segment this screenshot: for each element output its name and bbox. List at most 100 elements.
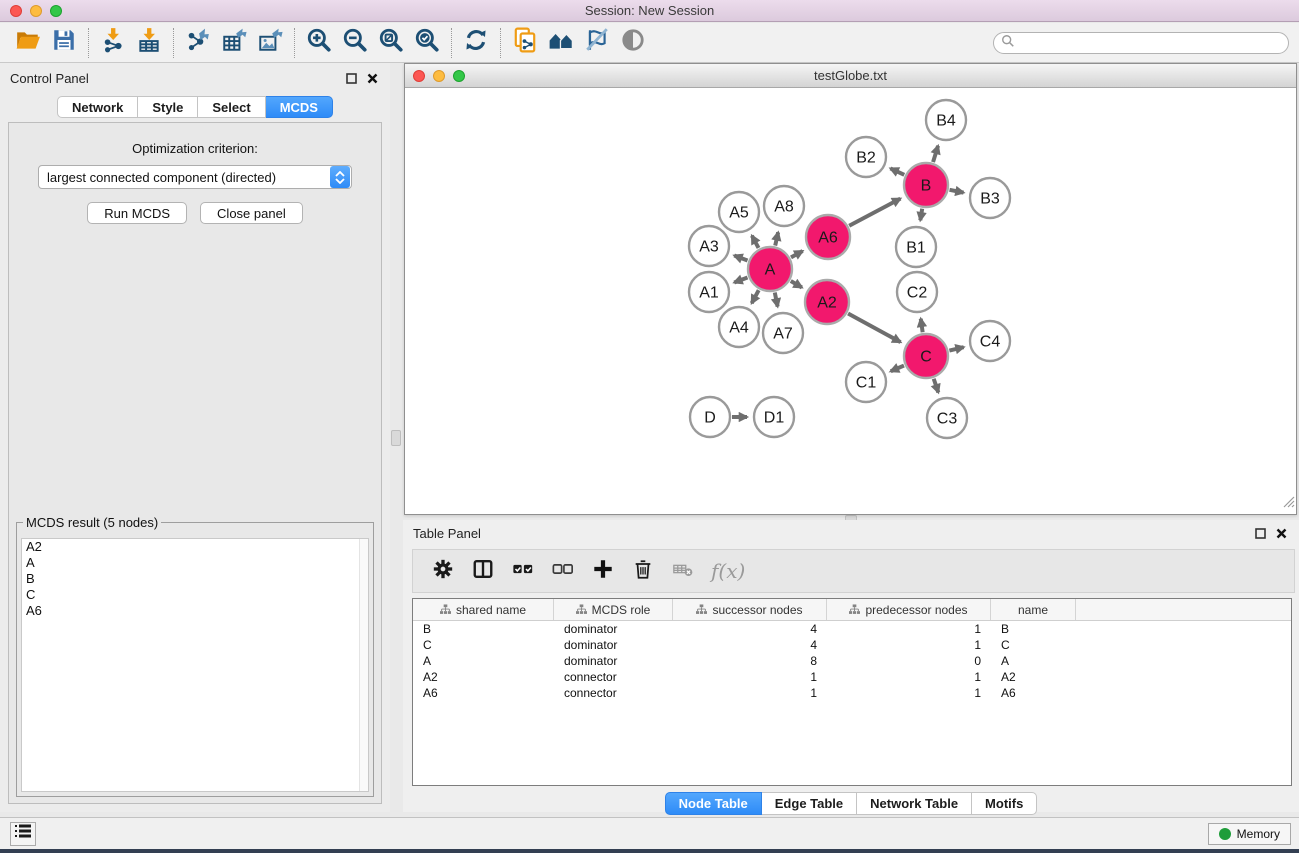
edge-A-A1[interactable] xyxy=(734,277,747,282)
table-cell[interactable]: 1 xyxy=(827,670,991,684)
edge-C-C3[interactable] xyxy=(934,379,939,393)
edge-A-A7[interactable] xyxy=(775,293,778,307)
node-A5[interactable]: A5 xyxy=(719,192,759,232)
zoom-window-button[interactable] xyxy=(50,5,62,17)
node-B2[interactable]: B2 xyxy=(846,137,886,177)
table-cell[interactable]: C xyxy=(413,638,554,652)
copy-network-button[interactable] xyxy=(507,27,543,59)
zoom-selected-button[interactable] xyxy=(409,27,445,59)
table-cell[interactable]: B xyxy=(991,622,1076,636)
table-cell[interactable]: A xyxy=(413,654,554,668)
table-cell[interactable]: dominator xyxy=(554,638,673,652)
table-settings-button[interactable] xyxy=(423,554,463,588)
table-cell[interactable]: dominator xyxy=(554,622,673,636)
tab-node-table[interactable]: Node Table xyxy=(665,792,762,815)
import-table-button[interactable] xyxy=(131,27,167,59)
node-A4[interactable]: A4 xyxy=(719,307,759,347)
zoom-in-button[interactable] xyxy=(301,27,337,59)
table-cell[interactable]: connector xyxy=(554,670,673,684)
table-float-button[interactable] xyxy=(1252,525,1268,541)
mcds-result-list[interactable]: A2ABCA6 xyxy=(21,538,369,792)
table-cell[interactable]: 4 xyxy=(673,638,827,652)
table-cell[interactable]: 1 xyxy=(827,622,991,636)
zoom-fit-button[interactable] xyxy=(373,27,409,59)
tab-edge-table[interactable]: Edge Table xyxy=(762,792,857,815)
edge-A-A6[interactable] xyxy=(791,251,803,257)
table-cell[interactable]: A2 xyxy=(413,670,554,684)
export-network-button[interactable] xyxy=(180,27,216,59)
node-A3[interactable]: A3 xyxy=(689,226,729,266)
mcds-result-item[interactable]: C xyxy=(22,587,368,603)
table-cell[interactable]: 4 xyxy=(673,622,827,636)
node-C[interactable]: C xyxy=(904,334,948,378)
edge-A6-B[interactable] xyxy=(849,199,900,226)
tab-style[interactable]: Style xyxy=(138,96,198,118)
delete-table-button[interactable] xyxy=(663,554,703,588)
column-header-successor-nodes[interactable]: successor nodes xyxy=(673,599,827,620)
column-header-MCDS-role[interactable]: MCDS role xyxy=(554,599,673,620)
edge-B-B3[interactable] xyxy=(950,190,964,193)
edge-A-A3[interactable] xyxy=(734,256,747,261)
task-history-button[interactable] xyxy=(10,822,36,846)
home-button[interactable] xyxy=(543,27,579,59)
table-cell[interactable]: 0 xyxy=(827,654,991,668)
select-all-rows-button[interactable] xyxy=(503,554,543,588)
function-builder-button[interactable]: f(x) xyxy=(711,559,745,583)
tab-mcds[interactable]: MCDS xyxy=(266,96,333,118)
hide-graphics-button[interactable] xyxy=(579,27,615,59)
edge-C-C1[interactable] xyxy=(891,366,904,372)
table-close-button[interactable] xyxy=(1273,525,1289,541)
node-B[interactable]: B xyxy=(904,163,948,207)
close-window-button[interactable] xyxy=(10,5,22,17)
show-details-button[interactable] xyxy=(615,27,651,59)
edge-C-C4[interactable] xyxy=(949,347,963,350)
table-row[interactable]: Cdominator41C xyxy=(413,637,1291,653)
column-header-predecessor-nodes[interactable]: predecessor nodes xyxy=(827,599,991,620)
run-mcds-button[interactable]: Run MCDS xyxy=(87,202,187,224)
table-cell[interactable]: connector xyxy=(554,686,673,700)
node-A1[interactable]: A1 xyxy=(689,272,729,312)
apply-layout-button[interactable] xyxy=(458,27,494,59)
table-cell[interactable]: A2 xyxy=(991,670,1076,684)
table-cell[interactable]: 1 xyxy=(673,670,827,684)
node-C2[interactable]: C2 xyxy=(897,272,937,312)
node-D1[interactable]: D1 xyxy=(754,397,794,437)
node-B4[interactable]: B4 xyxy=(926,100,966,140)
optimization-criterion-select[interactable]: largest connected component (directed) xyxy=(38,165,352,189)
node-C1[interactable]: C1 xyxy=(846,362,886,402)
table-cell[interactable]: 1 xyxy=(827,638,991,652)
tab-network-table[interactable]: Network Table xyxy=(857,792,972,815)
mcds-list-scrollbar[interactable] xyxy=(359,539,368,791)
table-cell[interactable]: 1 xyxy=(827,686,991,700)
node-A6[interactable]: A6 xyxy=(806,215,850,259)
edge-A-A4[interactable] xyxy=(752,290,759,303)
table-cell[interactable]: A6 xyxy=(413,686,554,700)
table-row[interactable]: A2connector11A2 xyxy=(413,669,1291,685)
edge-B-B4[interactable] xyxy=(933,146,938,162)
table-cell[interactable]: 8 xyxy=(673,654,827,668)
network-close-button[interactable] xyxy=(413,70,425,82)
show-columns-button[interactable] xyxy=(463,554,503,588)
vertical-splitter-handle[interactable] xyxy=(391,430,401,446)
network-window-titlebar[interactable]: testGlobe.txt xyxy=(405,64,1296,88)
table-row[interactable]: Bdominator41B xyxy=(413,621,1291,637)
column-header-shared-name[interactable]: shared name xyxy=(413,599,554,620)
resize-grip-icon[interactable] xyxy=(1282,495,1295,513)
close-panel-button[interactable] xyxy=(364,70,380,86)
edge-B-B2[interactable] xyxy=(890,168,904,174)
mcds-result-item[interactable]: A xyxy=(22,555,368,571)
search-box[interactable] xyxy=(993,32,1289,54)
table-cell[interactable]: 1 xyxy=(673,686,827,700)
mcds-result-item[interactable]: A2 xyxy=(22,539,368,555)
node-B3[interactable]: B3 xyxy=(970,178,1010,218)
delete-column-button[interactable] xyxy=(623,554,663,588)
float-panel-button[interactable] xyxy=(343,70,359,86)
node-A8[interactable]: A8 xyxy=(764,186,804,226)
edge-A-A8[interactable] xyxy=(775,232,778,245)
tab-select[interactable]: Select xyxy=(198,96,265,118)
network-canvas[interactable]: AA1A2A3A4A5A6A7A8BB1B2B3B4CC1C2C3C4DD1 xyxy=(405,88,1296,514)
search-input[interactable] xyxy=(1015,34,1288,52)
mcds-result-item[interactable]: B xyxy=(22,571,368,587)
export-image-button[interactable] xyxy=(252,27,288,59)
export-table-button[interactable] xyxy=(216,27,252,59)
